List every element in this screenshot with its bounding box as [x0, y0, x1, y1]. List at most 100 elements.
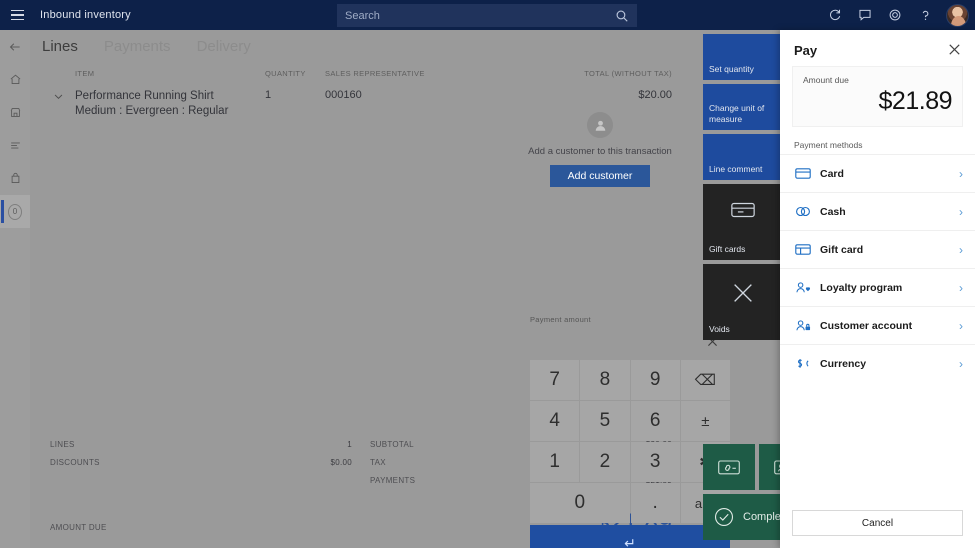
cancel-button[interactable]: Cancel	[792, 510, 963, 536]
numpad-1[interactable]: 1	[530, 442, 580, 482]
chevron-down-icon[interactable]	[53, 89, 75, 119]
cart-count-item[interactable]: 0	[0, 195, 30, 228]
payment-method-label: Customer account	[820, 319, 913, 332]
tile-label: Line comment	[709, 164, 763, 174]
tile-voids[interactable]: Voids	[703, 264, 783, 340]
totals-label-payments: PAYMENTS	[370, 476, 416, 485]
payment-method-label: Loyalty program	[820, 281, 903, 294]
customer-avatar-icon	[587, 112, 613, 138]
numpad-6[interactable]: 6	[630, 401, 680, 441]
payment-method-cash[interactable]: Cash ›	[780, 192, 975, 230]
numpad-enter-button[interactable]: ↵	[530, 525, 730, 548]
coins-icon	[794, 205, 811, 218]
column-header-total: TOTAL (WITHOUT TAX)	[584, 69, 672, 78]
currency-icon	[794, 357, 811, 370]
tile-change-unit-of-measure[interactable]: Change unit of measure	[703, 84, 783, 130]
numpad-3[interactable]: 3	[630, 442, 680, 482]
payment-method-customer-account[interactable]: Customer account ›	[780, 306, 975, 344]
store-icon[interactable]	[0, 96, 30, 129]
search-input[interactable]: Search	[337, 4, 637, 27]
chevron-right-icon: ›	[959, 242, 963, 257]
totals-line: DISCOUNTS $0.00	[50, 454, 370, 472]
numpad-5[interactable]: 5	[580, 401, 630, 441]
numpad-4[interactable]: 4	[530, 401, 580, 441]
gift-card-tile-icon[interactable]	[703, 444, 755, 490]
chevron-right-icon: ›	[959, 280, 963, 295]
left-navigation-rail: 0	[0, 30, 30, 548]
help-icon[interactable]	[912, 2, 938, 28]
pay-panel-header: Pay	[780, 30, 975, 66]
numpad-9[interactable]: 9	[630, 360, 680, 400]
row-item-variant: Medium : Evergreen : Regular	[75, 105, 229, 117]
numpad-8[interactable]: 8	[580, 360, 630, 400]
totals-value-discounts: $0.00	[330, 458, 352, 467]
pay-panel-title: Pay	[794, 42, 818, 58]
topbar-icon-group	[822, 0, 969, 30]
user-avatar[interactable]	[946, 3, 969, 27]
tab-payments[interactable]: Payments	[104, 38, 171, 59]
totals-value-lines: 1	[347, 440, 352, 449]
row-quantity: 1	[265, 89, 272, 101]
refresh-icon[interactable]	[822, 2, 848, 28]
chat-icon[interactable]	[852, 2, 878, 28]
amount-due-card-label: Amount due	[803, 75, 849, 85]
chevron-right-icon: ›	[959, 318, 963, 333]
tab-lines[interactable]: Lines	[42, 38, 78, 59]
transaction-pane: Lines Payments Delivery ITEM QUANTITY SA…	[30, 30, 730, 548]
shopping-bag-icon[interactable]	[0, 162, 30, 195]
pos-application: Inbound inventory Search 0 Lines Payment…	[0, 0, 975, 548]
loyalty-person-icon	[794, 281, 811, 294]
amount-due-label: AMOUNT DUE	[50, 523, 107, 532]
tile-line-comment[interactable]: Line comment	[703, 134, 783, 180]
add-customer-button[interactable]: Add customer	[549, 165, 651, 187]
numpad-plus-minus[interactable]: ±	[680, 401, 730, 441]
numpad-2[interactable]: 2	[580, 442, 630, 482]
payment-method-label: Gift card	[820, 243, 864, 256]
column-header-item: ITEM	[75, 69, 95, 78]
column-header-quantity: QUANTITY	[265, 69, 306, 78]
tile-gift-cards[interactable]: Gift cards	[703, 184, 783, 260]
void-x-icon	[703, 280, 783, 306]
amount-due-card: Amount due $21.89	[792, 66, 963, 127]
home-icon[interactable]	[0, 63, 30, 96]
totals-label-lines: LINES	[50, 440, 75, 449]
lines-table-header: ITEM QUANTITY SALES REPRESENTATIVE TOTAL…	[30, 59, 702, 78]
cart-count-badge: 0	[8, 203, 22, 220]
totals-label-subtotal: SUBTOTAL	[370, 440, 414, 449]
payment-method-gift-card[interactable]: Gift card ›	[780, 230, 975, 268]
amount-due-card-value: $21.89	[878, 87, 953, 115]
customer-block: Add a customer to this transaction Add c…	[500, 112, 700, 187]
row-item-name: Performance Running Shirt	[75, 90, 214, 102]
chevron-right-icon: ›	[959, 356, 963, 371]
transaction-tabs: Lines Payments Delivery	[30, 30, 702, 59]
totals-label-tax: TAX	[370, 458, 386, 467]
numpad-backspace[interactable]: ⌫	[680, 360, 730, 400]
tile-label: Set quantity	[709, 64, 754, 74]
close-icon[interactable]	[947, 42, 963, 58]
pay-panel: Pay Amount due $21.89 Payment methods Ca…	[780, 30, 975, 548]
tile-set-quantity[interactable]: Set quantity	[703, 34, 783, 80]
numpad-7[interactable]: 7	[530, 360, 580, 400]
row-sales-rep: 000160	[325, 89, 362, 101]
hamburger-menu-icon[interactable]	[0, 0, 34, 30]
payment-amount-label: Payment amount	[530, 315, 591, 324]
payment-method-card[interactable]: Card ›	[780, 154, 975, 192]
payment-method-label: Cash	[820, 205, 846, 218]
totals-label-discounts: DISCOUNTS	[50, 458, 100, 467]
tab-delivery[interactable]: Delivery	[197, 38, 251, 59]
column-header-sales-rep: SALES REPRESENTATIVE	[325, 69, 425, 78]
row-item-cell: Performance Running Shirt Medium : Everg…	[75, 89, 265, 119]
back-arrow-icon[interactable]	[0, 30, 30, 63]
payment-method-currency[interactable]: Currency ›	[780, 344, 975, 382]
settings-gear-icon[interactable]	[882, 2, 908, 28]
numpad-0[interactable]: 0	[530, 483, 630, 523]
numpad-grid: 7 8 9 ⌫ 4 5 6 ± 1 2 3 ✱ 0 . abc	[530, 360, 730, 523]
tile-label: Voids	[709, 324, 730, 334]
payment-methods-label: Payment methods	[794, 140, 863, 150]
totals-line: LINES 1	[50, 436, 370, 454]
payment-method-loyalty-program[interactable]: Loyalty program ›	[780, 268, 975, 306]
numpad-decimal[interactable]: .	[630, 483, 680, 523]
top-navigation-bar: Inbound inventory Search	[0, 0, 975, 30]
journal-icon[interactable]	[0, 129, 30, 162]
totals-left-column: LINES 1 DISCOUNTS $0.00	[50, 436, 370, 490]
